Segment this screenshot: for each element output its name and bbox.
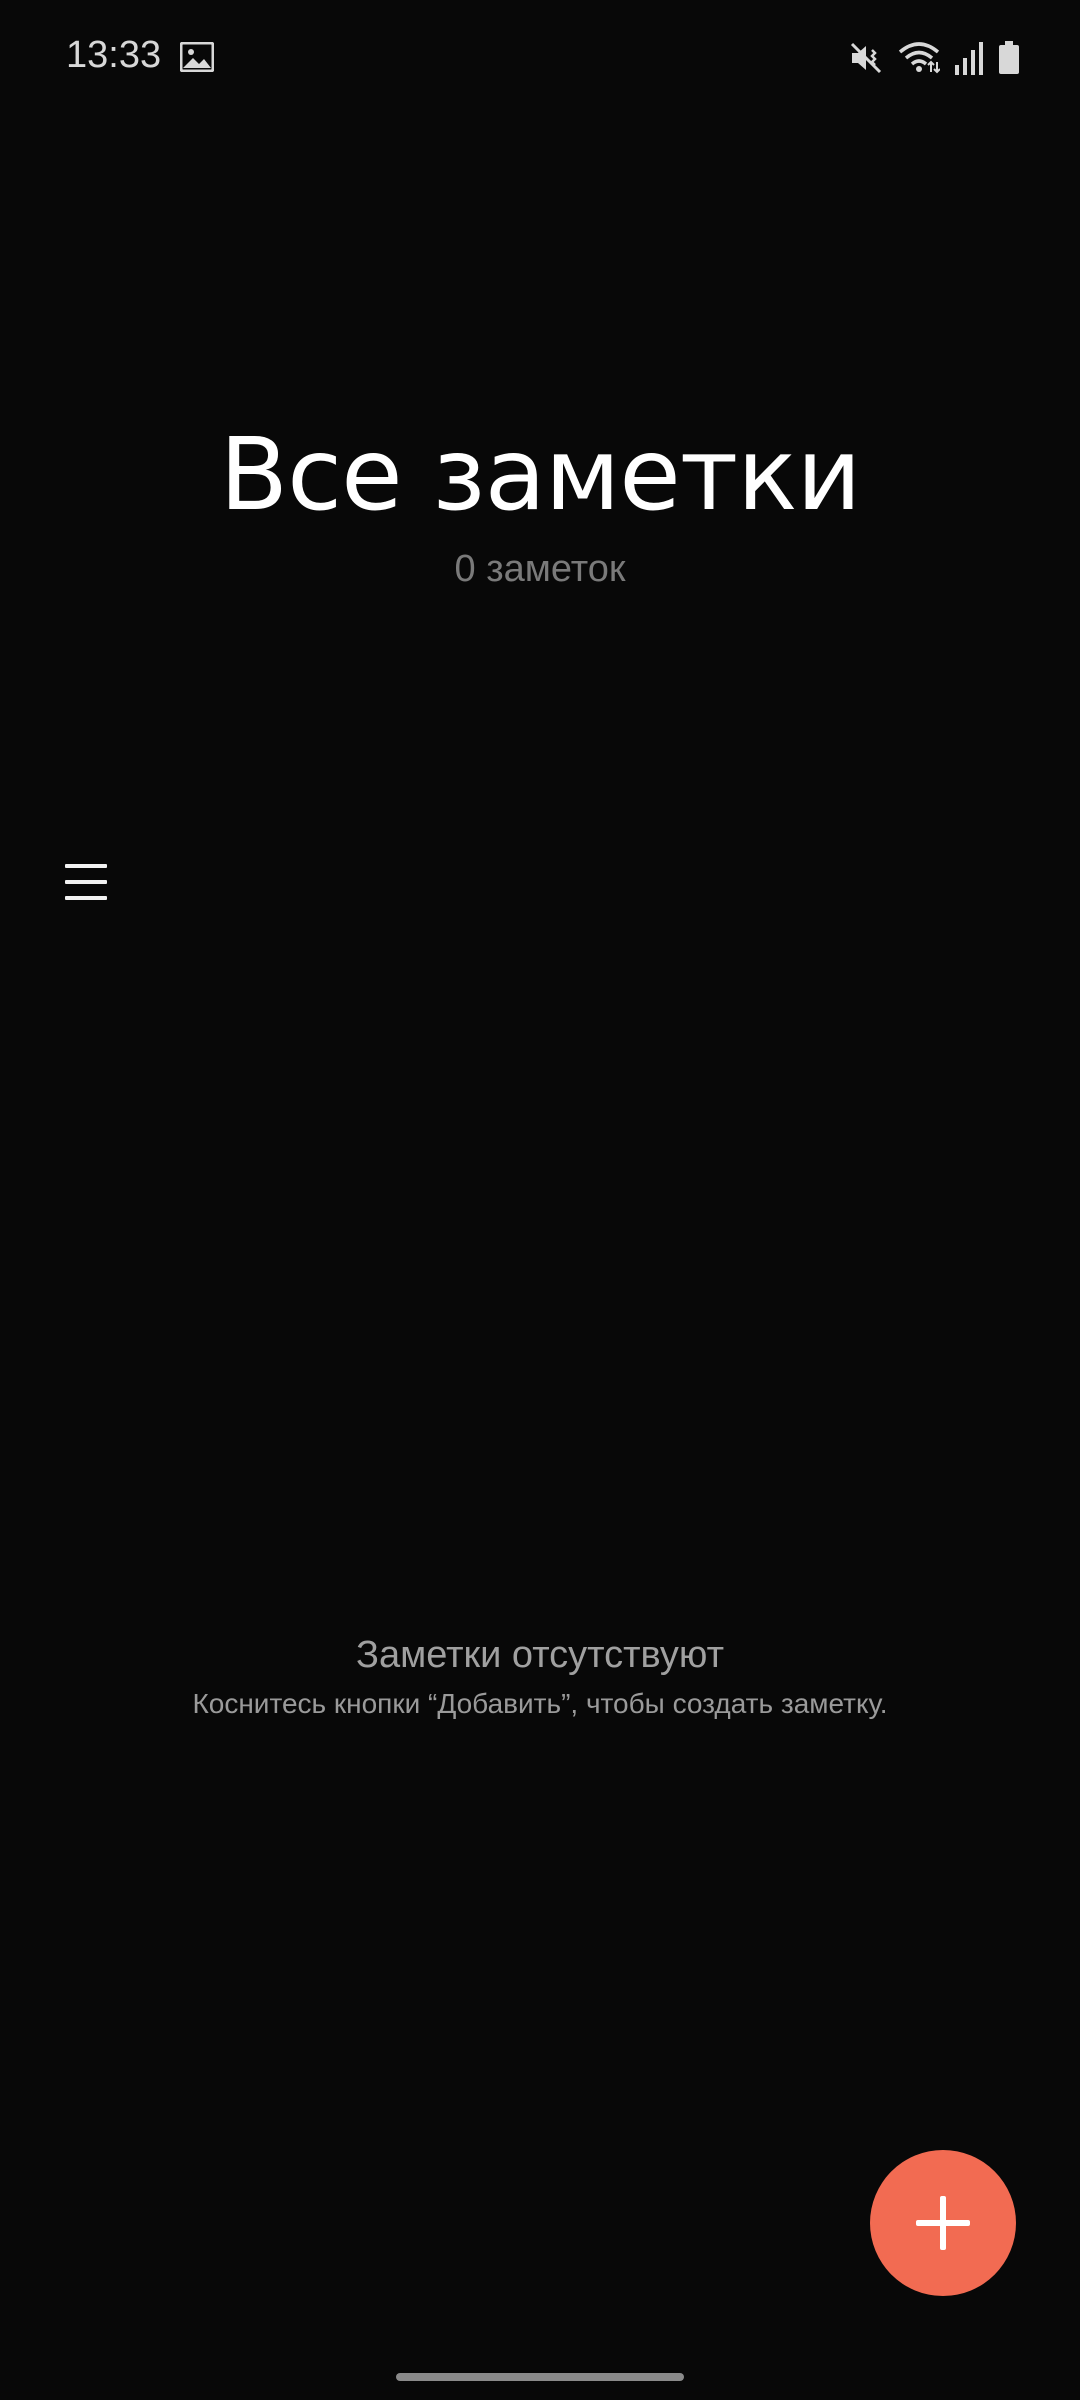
mute-vibrate-icon [850,42,882,74]
status-icons [848,38,1020,78]
plus-icon [916,2196,970,2250]
header: Все заметки 0 заметок [0,410,1080,592]
status-bar: 13:33 [0,0,1080,120]
empty-state: Заметки отсутствуют Коснитесь кнопки “До… [0,1630,1080,1724]
add-note-button[interactable] [870,2150,1016,2296]
menu-button[interactable] [44,840,128,924]
status-time: 13:33 [66,34,162,76]
empty-state-hint: Коснитесь кнопки “Добавить”, чтобы созда… [192,1688,888,1719]
hamburger-menu-icon [65,862,107,902]
wifi-icon [898,42,940,74]
notes-count: 0 заметок [454,548,626,590]
page-title: Все заметки [219,416,862,533]
home-indicator[interactable] [396,2373,684,2381]
empty-state-title: Заметки отсутствуют [356,1634,724,1676]
signal-icon [955,42,983,75]
battery-icon [999,41,1019,74]
gallery-icon [180,42,214,72]
